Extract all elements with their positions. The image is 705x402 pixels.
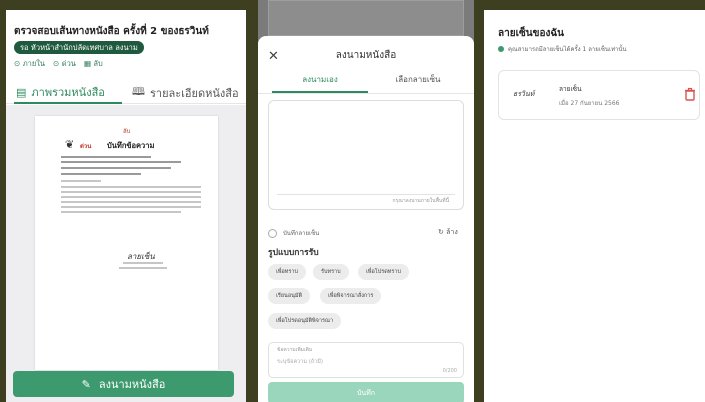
page-title: ตรวจสอบเส้นทางหนังสือ ครั้งที่ 2 ของธรวิ… xyxy=(14,26,209,37)
tag-label: ด่วน xyxy=(61,59,76,68)
chip-please-note[interactable]: เพื่อโปรดทราบ xyxy=(358,264,409,280)
tabs-divider xyxy=(258,93,474,94)
note-field[interactable]: ข้อความเพิ่มเติม ระบุข้อความ (ถ้ามี) 0/2… xyxy=(268,342,464,378)
chip-for-consideration[interactable]: เพื่อพิจารณาสั่งการ xyxy=(320,288,382,304)
document-overview-panel: ตรวจสอบเส้นทางหนังสือ ครั้งที่ 2 ของธรวิ… xyxy=(6,10,246,402)
trash-icon[interactable] xyxy=(683,87,697,101)
page-title: ลายเซ็นของฉัน xyxy=(498,28,565,39)
document-line xyxy=(61,161,181,163)
tab-details[interactable]: 🕮 รายละเอียดหนังสือ xyxy=(132,83,239,102)
sign-document-button[interactable]: ✎ ลงนามหนังสือ xyxy=(13,371,234,397)
signature-card[interactable]: ธรวินท์ ลายเซ็น เมื่อ 27 กันยายน 2566 xyxy=(498,70,700,120)
document-line xyxy=(61,211,181,213)
book-icon: 🕮 xyxy=(132,85,145,98)
refresh-icon: ↻ xyxy=(438,228,444,236)
my-signature-panel: ลายเซ็นของฉัน คุณสามารถมีลายเซ็นได้ครั้ง… xyxy=(484,10,705,402)
signature-pad-hint: กรุณาลงนามภายในพื้นที่นี้ xyxy=(392,198,449,204)
signature-name: ลายเซ็น xyxy=(559,85,582,93)
status-badge: รอ หัวหน้าสำนักปลัดเทศบาล ลงนาม xyxy=(14,41,144,54)
document-line xyxy=(61,180,101,182)
tag-label: ลับ xyxy=(93,59,103,68)
clear-label: ล้าง xyxy=(446,228,458,236)
document-line xyxy=(61,191,201,193)
tab-choose-signature[interactable]: เลือกลายเซ็น xyxy=(370,73,466,86)
signature-limit-text: คุณสามารถมีลายเซ็นได้ครั้ง 1 ลายเซ็นเท่า… xyxy=(508,46,627,53)
note-label: ข้อความเพิ่มเติม xyxy=(277,346,313,354)
pen-icon: ✎ xyxy=(81,377,91,391)
signature-baseline xyxy=(277,194,455,195)
chip-acknowledged[interactable]: รับทราบ xyxy=(313,264,349,280)
tag-secret: ▦ ลับ xyxy=(84,58,103,70)
document-tags: ⊙ ภายใน ⊙ ด่วน ▦ ลับ xyxy=(14,58,103,70)
document-line xyxy=(61,186,201,188)
note-char-count: 0/200 xyxy=(442,368,457,374)
tag-label: ภายใน xyxy=(22,59,46,68)
signature-limit-info: คุณสามารถมีลายเซ็นได้ครั้ง 1 ลายเซ็นเท่า… xyxy=(498,44,627,54)
document-line xyxy=(61,196,201,198)
clock-icon: ⊙ xyxy=(53,59,60,68)
chip-please-approve[interactable]: เพื่อโปรดอนุมัติพิจารณา xyxy=(268,313,342,329)
clear-button[interactable]: ↻ ล้าง xyxy=(438,227,458,238)
document-line xyxy=(119,267,167,269)
submit-button[interactable]: บันทึก xyxy=(268,382,464,402)
sign-sheet: ลงนามหนังสือ ✕ ลงนามเอง เลือกลายเซ็น กรุ… xyxy=(258,36,474,402)
document-line xyxy=(61,156,151,158)
info-dot-icon xyxy=(498,46,504,52)
urgent-mark: ด่วน xyxy=(80,143,92,150)
document-line xyxy=(61,167,171,169)
button-label: ลงนามหนังสือ xyxy=(98,378,166,391)
document-line xyxy=(61,173,141,175)
tab-sign-self[interactable]: ลงนามเอง xyxy=(272,73,368,86)
save-signature-radio[interactable] xyxy=(268,228,277,238)
save-signature-option[interactable]: บันทึกลายเซ็น xyxy=(268,228,319,238)
active-tab-indicator xyxy=(14,102,122,104)
tag-internal: ⊙ ภายใน xyxy=(14,58,45,70)
document-preview[interactable]: ลับ ❦ ด่วน บันทึกข้อความ ลายเซ็น xyxy=(35,116,218,370)
receive-format-title: รูปแบบการรับ xyxy=(268,248,319,258)
secret-mark: ลับ xyxy=(123,128,131,135)
save-signature-label: บันทึกลายเซ็น xyxy=(283,230,320,237)
tab-label: รายละเอียดหนังสือ xyxy=(149,86,239,100)
note-placeholder: ระบุข้อความ (ถ้ามี) xyxy=(277,359,324,365)
document-icon: ▤ xyxy=(16,85,27,99)
tag-urgent: ⊙ ด่วน xyxy=(53,58,76,70)
sheet-title: ลงนามหนังสือ xyxy=(335,50,397,61)
close-icon[interactable]: ✕ xyxy=(268,49,279,64)
document-tabs: ▤ ภาพรวมหนังสือ 🕮 รายละเอียดหนังสือ xyxy=(6,80,246,104)
document-line xyxy=(61,201,201,203)
modal-backdrop xyxy=(268,0,464,36)
tab-overview[interactable]: ▤ ภาพรวมหนังสือ xyxy=(16,83,105,101)
clock-icon: ⊙ xyxy=(14,59,21,68)
chip-request-approval[interactable]: เรียนอนุมัติ xyxy=(268,288,311,304)
tab-label: ภาพรวมหนังสือ xyxy=(31,86,105,99)
signature-image: ธรวินท์ xyxy=(513,90,535,98)
garuda-emblem-icon: ❦ xyxy=(65,138,75,151)
chip-for-info[interactable]: เพื่อทราบ xyxy=(268,264,306,280)
document-line xyxy=(61,206,201,208)
document-line xyxy=(123,262,163,264)
document-heading: บันทึกข้อความ xyxy=(107,141,155,150)
sign-modal-panel: ลงนามหนังสือ ✕ ลงนามเอง เลือกลายเซ็น กรุ… xyxy=(258,0,474,402)
calendar-icon: ▦ xyxy=(83,59,92,68)
signature-pad[interactable]: กรุณาลงนามภายในพื้นที่นี้ xyxy=(268,100,464,210)
signature-date: เมื่อ 27 กันยายน 2566 xyxy=(559,100,620,107)
